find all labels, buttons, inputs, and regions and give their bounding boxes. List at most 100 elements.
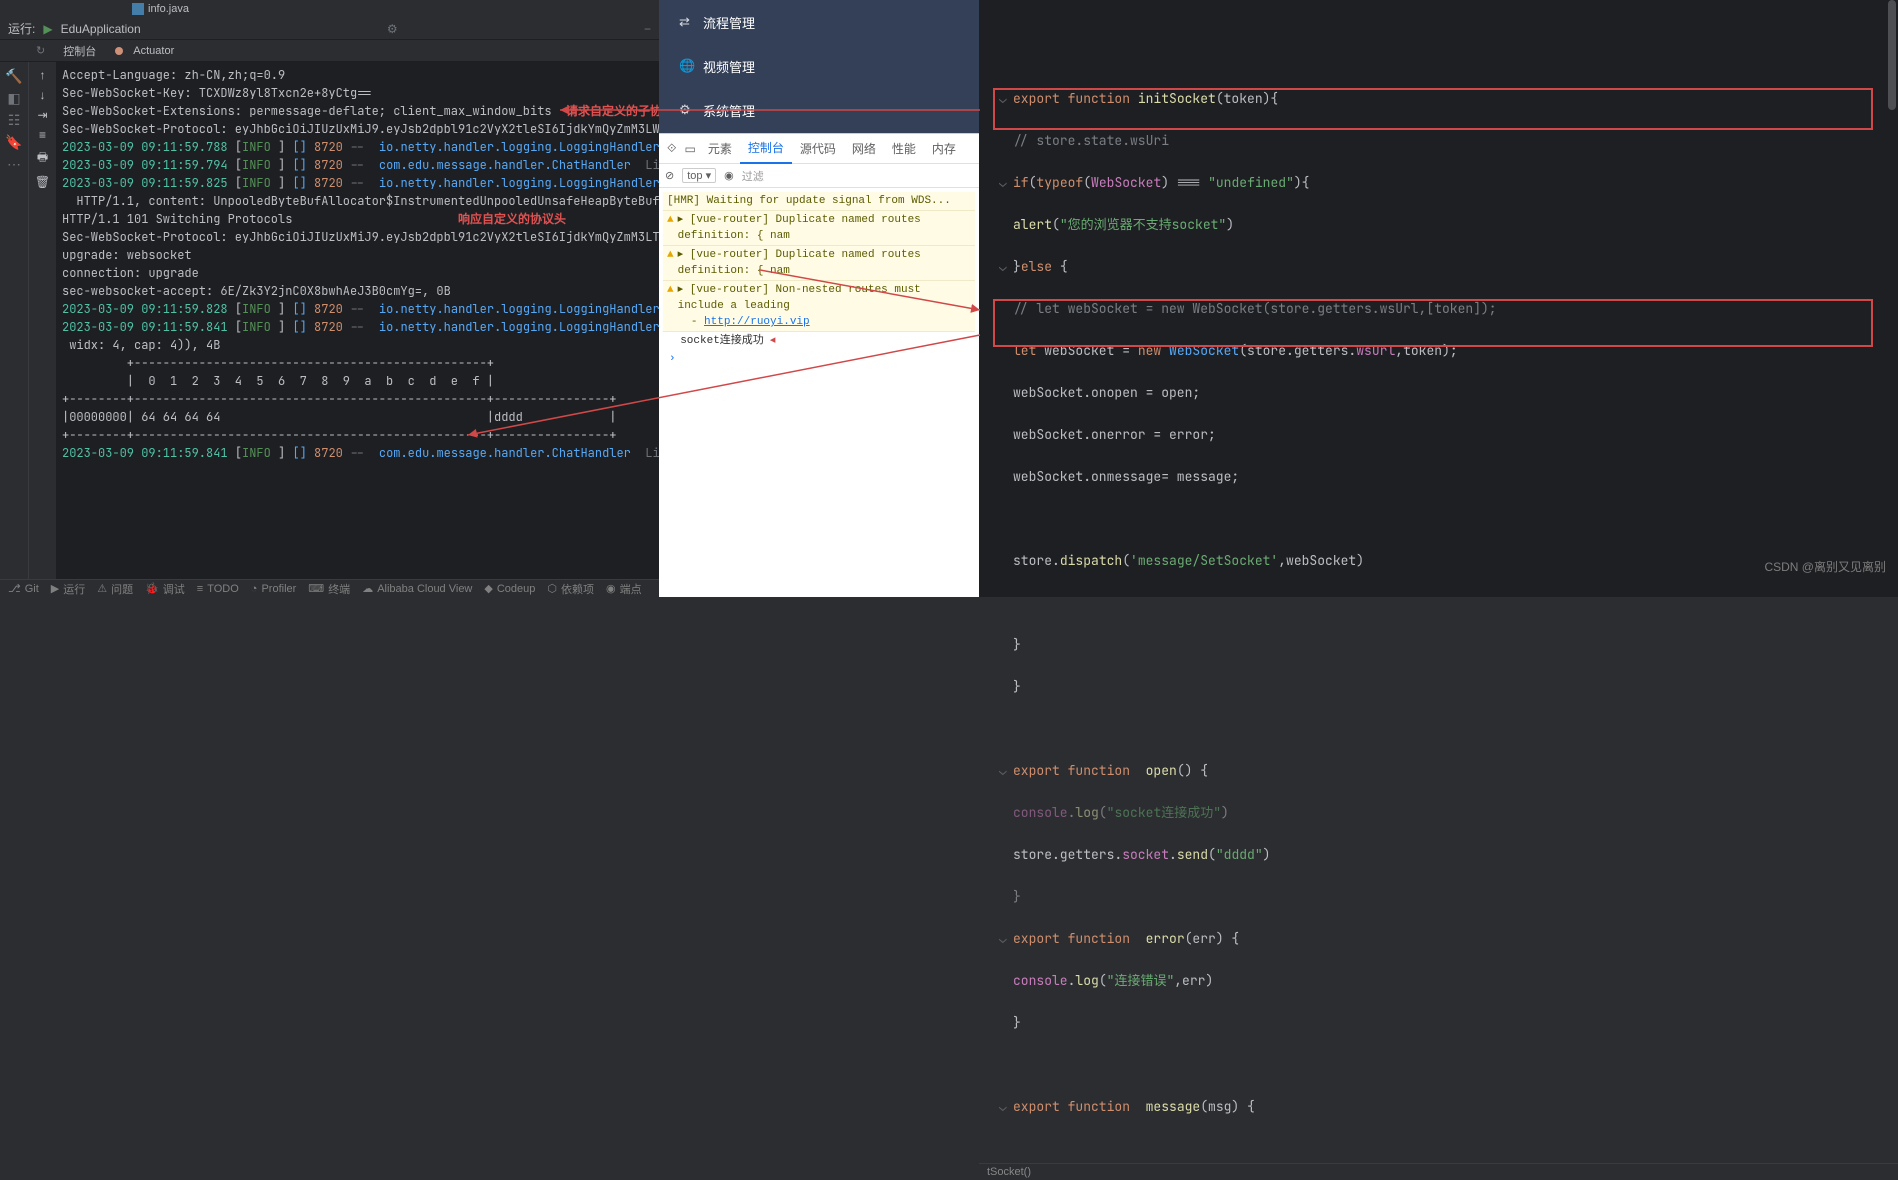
- wrap-icon[interactable]: ⇥: [37, 108, 47, 122]
- console-line: +--------+------------------------------…: [62, 390, 653, 408]
- todo-tab[interactable]: ≡ TODO: [197, 583, 239, 595]
- minimize-icon[interactable]: −: [644, 22, 651, 36]
- run-btab[interactable]: ▶ 运行: [51, 581, 85, 597]
- nav-system[interactable]: ⚙ 系统管理: [659, 88, 979, 132]
- more-icon[interactable]: ⋯: [6, 156, 22, 172]
- devtools: ⟐ ▭ 元素 控制台 源代码 网络 性能 内存 ⊘ top ▾ ◉ 过滤 [HM…: [659, 133, 979, 597]
- console-line: 2023-03-09 09:11:59.828 [INFO ] [] 8720 …: [62, 300, 653, 318]
- devtools-subbar: ⊘ top ▾ ◉ 过滤: [659, 164, 979, 188]
- dep-tab[interactable]: ⬡ 依赖项: [547, 581, 594, 597]
- hmr-message: [HMR] Waiting for update signal from WDS…: [663, 192, 975, 211]
- csdn-watermark: CSDN @离别又见离别: [1764, 558, 1886, 575]
- endpoint-tab[interactable]: ◉ 端点: [606, 581, 642, 597]
- intellij-panel: info.java 运行: ▶ EduApplication ⚙ − ↻ 控制台…: [0, 0, 659, 597]
- tab-info-java[interactable]: info.java: [124, 0, 197, 18]
- eye-icon[interactable]: ◉: [724, 169, 734, 182]
- device-icon[interactable]: ▭: [680, 136, 699, 162]
- nav-label: 系统管理: [703, 101, 755, 120]
- warn-row-2: ▲▸ [vue-router] Duplicate named routes d…: [663, 246, 975, 281]
- up-icon[interactable]: ↑: [40, 68, 46, 82]
- devtools-console-body[interactable]: [HMR] Waiting for update signal from WDS…: [659, 188, 979, 597]
- run-toolbar: 运行: ▶ EduApplication ⚙ −: [0, 18, 659, 40]
- gear-icon[interactable]: ⚙: [387, 22, 398, 36]
- console-line: Sec-WebSocket-Protocol: eyJhbGciOiJIUzUx…: [62, 228, 653, 246]
- inspect-icon[interactable]: ⟐: [663, 135, 680, 162]
- console-line: sec-websocket-accept: 6E/Zk3Y2jnC0X8bwhA…: [62, 282, 653, 300]
- actuator-tab[interactable]: Actuator: [108, 42, 186, 60]
- console-line: 2023-03-09 09:11:59.825 [INFO ] [] 8720 …: [62, 174, 653, 192]
- console-line: | 0 1 2 3 4 5 6 7 8 9 a b c d e f |: [62, 372, 653, 390]
- tab-source[interactable]: 源代码: [792, 134, 844, 163]
- console-line: |00000000| 64 64 64 64 |dddd |: [62, 408, 653, 426]
- console-line: Sec-WebSocket-Protocol: eyJhbGciOiJIUzUx…: [62, 120, 653, 138]
- tab-console[interactable]: 控制台: [740, 133, 792, 164]
- scroll-icon[interactable]: ≡: [39, 128, 46, 142]
- git-tab[interactable]: ⎇ Git: [8, 582, 39, 595]
- profiler-tab[interactable]: ◔ Profiler: [251, 583, 297, 595]
- admin-sidebar: ⇄ 流程管理 🌐视频管理 ⚙ 系统管理: [659, 0, 979, 133]
- console-output[interactable]: Accept-Language: zh-CN,zh;q=0.9Sec-WebSo…: [56, 62, 659, 579]
- editor-tabs: info.java: [0, 0, 659, 18]
- globe-icon: 🌐: [679, 58, 693, 74]
- rerun-icon[interactable]: ↻: [30, 41, 51, 60]
- console-prompt[interactable]: ›: [663, 350, 975, 368]
- devtools-tabbar: ⟐ ▭ 元素 控制台 源代码 网络 性能 内存: [659, 134, 979, 164]
- tool-tabs: ↻ 控制台 Actuator: [0, 40, 659, 62]
- gear-icon: ⚙: [679, 102, 693, 118]
- db-icon[interactable]: ◧: [6, 90, 22, 106]
- struct-icon[interactable]: ☷: [6, 112, 22, 128]
- flow-icon: ⇄: [679, 14, 693, 30]
- console-tab[interactable]: 控制台: [57, 40, 102, 62]
- console-line: +--------+------------------------------…: [62, 426, 653, 444]
- warn-row-1: ▲▸ [vue-router] Duplicate named routes d…: [663, 211, 975, 246]
- nav-flow[interactable]: ⇄ 流程管理: [659, 0, 979, 44]
- ruoyi-link[interactable]: http://ruoyi.vip: [704, 316, 810, 328]
- main-gutter: 🔨 ◧ ☷ 🔖 ⋯: [0, 62, 28, 579]
- problems-tab[interactable]: ⚠ 问题: [97, 581, 133, 597]
- console-line: widx: 4, cap: 4)), 4B: [62, 336, 653, 354]
- alibaba-tab[interactable]: ☁ Alibaba Cloud View: [362, 582, 472, 595]
- tab-label: info.java: [148, 3, 189, 15]
- java-file-icon: [132, 3, 144, 15]
- nav-video[interactable]: 🌐视频管理: [659, 44, 979, 88]
- console-line: upgrade: websocket: [62, 246, 653, 264]
- build-icon[interactable]: 🔨: [6, 68, 22, 84]
- down-icon[interactable]: ↓: [40, 88, 46, 102]
- context-select[interactable]: top ▾: [682, 168, 716, 183]
- code-editor-panel: ⌄export function initSocket(token){ // s…: [979, 0, 1898, 597]
- tab-memory[interactable]: 内存: [924, 134, 964, 163]
- tab-elements[interactable]: 元素: [700, 134, 740, 163]
- filter-placeholder[interactable]: 过滤: [742, 168, 764, 184]
- run-config-name[interactable]: EduApplication: [61, 22, 141, 36]
- scrollbar-thumb[interactable]: [1888, 0, 1896, 110]
- run-label: 运行:: [8, 20, 35, 37]
- play-icon: ▶: [43, 22, 52, 36]
- warn-icon: ▲: [667, 282, 674, 330]
- tab-perf[interactable]: 性能: [884, 134, 924, 163]
- warn-icon: ▲: [667, 247, 674, 279]
- console-line: connection: upgrade: [62, 264, 653, 282]
- debug-tab[interactable]: 🐞 调试: [145, 581, 185, 597]
- console-line: +---------------------------------------…: [62, 354, 653, 372]
- console-line: Sec-WebSocket-Key: TCXDWz8yl8Txcn2e+8yCt…: [62, 84, 653, 102]
- code-area[interactable]: ⌄export function initSocket(token){ // s…: [979, 0, 1898, 1163]
- console-line: HTTP/1.1, content: UnpooledByteBufAlloca…: [62, 192, 653, 210]
- tab-network[interactable]: 网络: [844, 134, 884, 163]
- console-line: 2023-03-09 09:11:59.841 [INFO ] [] 8720 …: [62, 444, 653, 462]
- nav-label: 流程管理: [703, 13, 755, 32]
- bookmark-icon[interactable]: 🔖: [6, 134, 22, 150]
- console-gutter: ↑ ↓ ⇥ ≡ 🖶 🗑: [28, 62, 56, 579]
- browser-panel: ⇄ 流程管理 🌐视频管理 ⚙ 系统管理 ⟐ ▭ 元素 控制台 源代码 网络 性能 内…: [659, 0, 979, 597]
- warn-row-3: ▲▸ [vue-router] Non-nested routes must i…: [663, 281, 975, 332]
- print-icon[interactable]: 🖶: [37, 148, 48, 169]
- clear-icon[interactable]: ⊘: [665, 169, 674, 182]
- warn-icon: ▲: [667, 212, 674, 244]
- terminal-tab[interactable]: ⌨ 终端: [308, 581, 350, 597]
- trash-icon[interactable]: 🗑: [35, 175, 50, 189]
- console-line: HTTP/1.1 101 Switching Protocols 响应自定义的协…: [62, 210, 653, 228]
- console-line: 2023-03-09 09:11:59.841 [INFO ] [] 8720 …: [62, 318, 653, 336]
- console-line: Accept-Language: zh-CN,zh;q=0.9: [62, 66, 653, 84]
- codeup-tab[interactable]: ◆ Codeup: [484, 582, 535, 595]
- breadcrumb[interactable]: tSocket(): [979, 1163, 1898, 1180]
- console-line: 2023-03-09 09:11:59.794 [INFO ] [] 8720 …: [62, 156, 653, 174]
